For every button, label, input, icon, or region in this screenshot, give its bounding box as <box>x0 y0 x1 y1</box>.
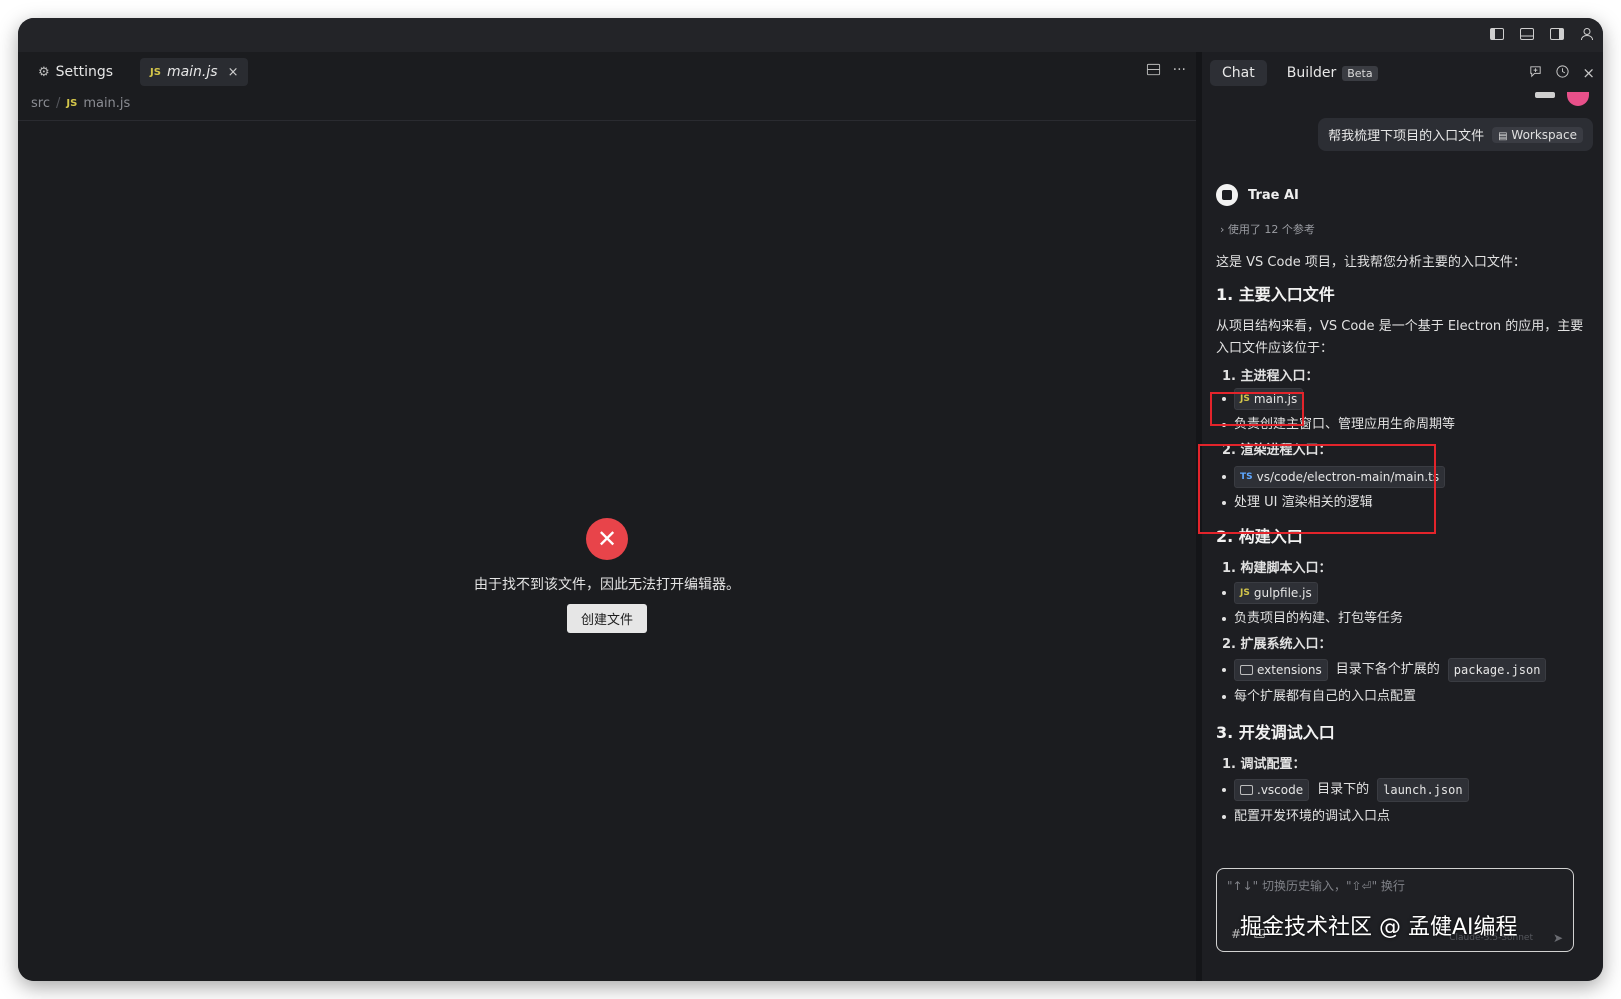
send-icon[interactable]: ➤ <box>1553 931 1563 945</box>
user-name-fragment <box>1535 92 1555 98</box>
breadcrumb-divider <box>18 120 1196 121</box>
chat-tab-bar: Chat Builder Beta <box>1210 60 1390 86</box>
workspace-chip[interactable]: ▤ Workspace <box>1492 126 1583 143</box>
history-icon[interactable] <box>1555 64 1570 83</box>
editor-tab-bar: ⚙ Settings JS main.js × ··· <box>18 52 1196 92</box>
app-window: ⚙ Settings JS main.js × ··· src / JS mai… <box>18 18 1603 981</box>
user-avatar <box>1567 92 1589 106</box>
list-item: 1. 构建脚本入口： <box>1222 561 1332 576</box>
watermark: 掘金技术社区 @ 孟健AI编程 <box>1240 915 1518 940</box>
tab-main-js[interactable]: JS main.js × <box>140 58 249 86</box>
user-message-text: 帮我梳理下项目的入口文件 <box>1328 129 1485 144</box>
ai-message: 这是 VS Code 项目，让我帮您分析主要的入口文件： 1. 主要入口文件 从… <box>1216 250 1596 828</box>
js-file-icon: JS <box>1240 588 1250 598</box>
inline-code: package.json <box>1447 658 1547 682</box>
error-icon: ✕ <box>586 518 628 560</box>
gear-icon: ⚙ <box>38 64 50 80</box>
tab-chat[interactable]: Chat <box>1210 60 1267 86</box>
editor-area: ⚙ Settings JS main.js × ··· src / JS mai… <box>18 52 1196 981</box>
list-item: 每个扩展都有自己的入口点配置 <box>1222 686 1596 708</box>
list-item: 配置开发环境的调试入口点 <box>1222 806 1596 828</box>
toggle-bottom-panel-icon[interactable] <box>1517 24 1537 44</box>
chevron-right-icon: › <box>1220 223 1225 236</box>
folder-chip-vscode[interactable]: .vscode <box>1234 779 1310 801</box>
beta-badge: Beta <box>1342 66 1378 81</box>
message-intro: 这是 VS Code 项目，让我帮您分析主要的入口文件： <box>1216 255 1526 270</box>
title-bar <box>18 18 1603 52</box>
tab-label: main.js <box>166 64 218 80</box>
error-message: 由于找不到该文件，因此无法打开编辑器。 <box>474 577 740 593</box>
folder-icon <box>1240 665 1253 675</box>
references-label: 使用了 12 个参考 <box>1227 223 1315 236</box>
error-placeholder: ✕ 由于找不到该文件，因此无法打开编辑器。 创建文件 <box>18 518 1196 633</box>
split-editor-icon[interactable] <box>1146 62 1161 81</box>
ai-name: Trae AI <box>1248 187 1299 203</box>
list-item: 负责项目的构建、打包等任务 <box>1222 608 1596 630</box>
chat-input-placeholder: "↑↓" 切换历史输入，"⇧⏎" 换行 <box>1227 879 1405 893</box>
create-file-button[interactable]: 创建文件 <box>566 604 647 633</box>
ai-header: Trae AI <box>1216 184 1299 206</box>
toggle-left-panel-icon[interactable] <box>1487 24 1507 44</box>
breadcrumb-separator: / <box>55 96 61 111</box>
more-actions-icon[interactable]: ··· <box>1173 62 1186 81</box>
references-toggle[interactable]: › 使用了 12 个参考 <box>1220 221 1315 237</box>
workspace-label: Workspace <box>1511 127 1577 142</box>
account-icon[interactable] <box>1577 24 1597 44</box>
tab-label: Builder <box>1286 65 1337 81</box>
close-tab-icon[interactable]: × <box>228 65 239 80</box>
section-heading: 1. 主要入口文件 <box>1216 285 1335 304</box>
list-item: .vscode 目录下的 launch.json <box>1222 778 1596 802</box>
section-heading: 3. 开发调试入口 <box>1216 723 1335 742</box>
tab-label: Settings <box>55 64 114 80</box>
js-file-icon: JS <box>150 66 161 78</box>
inline-code: launch.json <box>1377 778 1469 802</box>
folder-icon <box>1240 785 1253 795</box>
list-item: 2. 扩展系统入口： <box>1222 637 1332 652</box>
chat-panel: Chat Builder Beta × 帮我梳理下项目的入口文件 ▤ Worksp… <box>1198 52 1603 981</box>
breadcrumb-folder[interactable]: src <box>31 96 50 111</box>
list-item: JS gulpfile.js <box>1222 582 1596 604</box>
breadcrumb-file[interactable]: main.js <box>83 96 130 111</box>
folder-chip-extensions[interactable]: extensions <box>1234 659 1328 681</box>
section-paragraph: 从项目结构来看，VS Code 是一个基于 Electron 的应用，主要入口文… <box>1216 319 1584 356</box>
list-item: 1. 调试配置： <box>1222 757 1306 772</box>
user-message: 帮我梳理下项目的入口文件 ▤ Workspace <box>1318 118 1593 151</box>
breadcrumb: src / JS main.js <box>31 96 130 111</box>
new-chat-icon[interactable] <box>1528 64 1543 83</box>
tab-builder[interactable]: Builder Beta <box>1275 60 1390 86</box>
editor-actions: ··· <box>1146 62 1186 81</box>
file-chip-gulpfile[interactable]: JS gulpfile.js <box>1234 582 1318 604</box>
workspace-icon: ▤ <box>1498 130 1508 142</box>
chat-actions: × <box>1528 64 1595 83</box>
highlight-box-renderer-entry <box>1198 444 1436 534</box>
close-panel-icon[interactable]: × <box>1582 64 1595 83</box>
js-file-icon: JS <box>66 98 78 109</box>
ai-avatar-icon <box>1216 184 1238 206</box>
toggle-right-panel-icon[interactable] <box>1547 24 1567 44</box>
layout-toggles <box>1487 24 1597 44</box>
list-item: 1. 主进程入口： <box>1222 369 1319 384</box>
list-item: extensions 目录下各个扩展的 package.json <box>1222 658 1596 682</box>
tab-settings[interactable]: ⚙ Settings <box>28 58 123 86</box>
highlight-box-main-js <box>1210 392 1304 426</box>
